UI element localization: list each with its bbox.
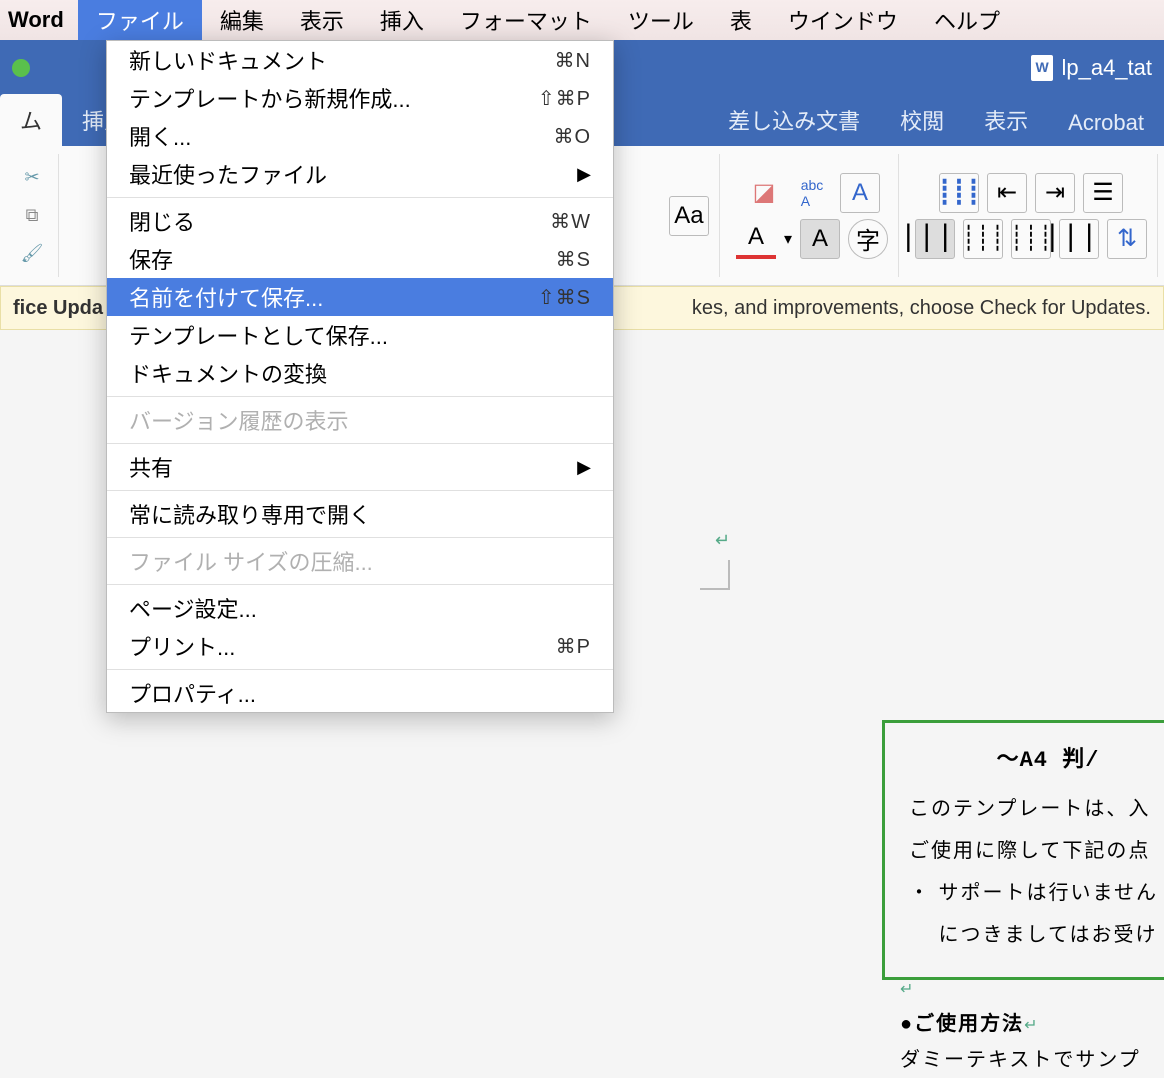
text-direction-icon[interactable]: ⇅: [1107, 219, 1147, 259]
menu-share[interactable]: 共有▶: [107, 448, 613, 486]
menu-close[interactable]: 閉じる⌘W: [107, 202, 613, 240]
menu-view[interactable]: 表示: [282, 0, 362, 42]
paragraph-mark-icon: ↵: [715, 530, 730, 551]
traffic-light-green[interactable]: [12, 59, 30, 77]
app-name: Word: [8, 7, 64, 33]
menu-separator: [107, 537, 613, 538]
doc-icon: [1031, 55, 1053, 81]
char-border-icon[interactable]: A: [840, 173, 880, 213]
margin-corner: [700, 560, 730, 590]
chevron-right-icon: ▶: [577, 164, 591, 185]
align-center-icon[interactable]: ┊┊┊: [963, 219, 1003, 259]
ribbon-tab-acrobat[interactable]: Acrobat: [1048, 100, 1164, 146]
chevron-right-icon: ▶: [577, 457, 591, 478]
align-justify-icon[interactable]: ▏▏▏: [1059, 219, 1099, 259]
menu-open[interactable]: 開く...⌘O: [107, 117, 613, 155]
align-right-icon[interactable]: ┊┊┊: [1011, 219, 1051, 259]
menu-table[interactable]: 表: [712, 0, 770, 42]
menu-format[interactable]: フォーマット: [442, 0, 610, 42]
align-dist-icon[interactable]: ┋┋┋: [939, 173, 979, 213]
paragraph-group: ┋┋┋ ⇤ ⇥ ☰ ▏▏▏ ┊┊┊ ┊┊┊ ▏▏▏ ⇅: [905, 154, 1158, 277]
doc-title: lp_a4_tat: [1061, 55, 1152, 81]
section-line-1: ダミーテキストでサンプ: [900, 1042, 1164, 1078]
template-frame: 〜A4 判/ このテンプレートは、入 ご使用に際して下記の点 ・ サポートは行い…: [882, 720, 1164, 980]
menu-save-template[interactable]: テンプレートとして保存...: [107, 316, 613, 354]
menu-convert[interactable]: ドキュメントの変換: [107, 354, 613, 392]
line-spacing-icon[interactable]: ☰: [1083, 173, 1123, 213]
update-left: fice Upda: [13, 297, 103, 320]
ribbon-tab-review[interactable]: 校閲: [880, 94, 964, 146]
frame-bullet-1: ・ サポートは行いません: [909, 875, 1164, 911]
menu-version-history: バージョン履歴の表示: [107, 401, 613, 439]
menu-separator: [107, 396, 613, 397]
ribbon-tab-home[interactable]: ム: [0, 94, 62, 146]
menu-window[interactable]: ウインドウ: [770, 0, 916, 42]
ribbon-tab-view[interactable]: 表示: [964, 94, 1048, 146]
menu-new-from-template[interactable]: テンプレートから新規作成...⇧⌘P: [107, 79, 613, 117]
frame-line-2: ご使用に際して下記の点: [909, 833, 1164, 869]
menu-separator: [107, 669, 613, 670]
cut-icon[interactable]: ✂: [16, 162, 48, 194]
highlight-icon[interactable]: A: [800, 219, 840, 259]
frame-bullet-2: につきましてはお受け: [909, 917, 1164, 953]
file-menu-dropdown: 新しいドキュメント⌘N テンプレートから新規作成...⇧⌘P 開く...⌘O 最…: [106, 40, 614, 713]
paragraph-mark-icon: ↵: [900, 981, 915, 998]
menu-print[interactable]: プリント...⌘P: [107, 627, 613, 665]
font-group-1: Aa: [659, 154, 720, 277]
clear-format-icon[interactable]: ◪: [744, 173, 784, 213]
ribbon-tab-mailings[interactable]: 差し込み文書: [708, 94, 880, 146]
menu-compress: ファイル サイズの圧縮...: [107, 542, 613, 580]
menu-recent[interactable]: 最近使ったファイル▶: [107, 155, 613, 193]
doc-body: ↵ ●ご使用方法↵ ダミーテキストでサンプ: [900, 970, 1164, 1078]
menu-separator: [107, 490, 613, 491]
menu-insert[interactable]: 挿入: [362, 0, 442, 42]
section-header: ●ご使用方法: [900, 1013, 1024, 1035]
copy-icon[interactable]: ⧉: [16, 200, 48, 232]
menu-new-doc[interactable]: 新しいドキュメント⌘N: [107, 41, 613, 79]
align-left-icon[interactable]: ▏▏▏: [915, 219, 955, 259]
menu-help[interactable]: ヘルプ: [916, 0, 1018, 42]
phonetic-icon[interactable]: abcA: [792, 173, 832, 213]
enclose-char-icon[interactable]: 字: [848, 219, 888, 259]
font-color-icon[interactable]: A: [736, 219, 776, 259]
menu-save[interactable]: 保存⌘S: [107, 240, 613, 278]
menu-file[interactable]: ファイル: [78, 0, 202, 42]
menu-separator: [107, 443, 613, 444]
menu-separator: [107, 197, 613, 198]
menu-properties[interactable]: プロパティ...: [107, 674, 613, 712]
indent-inc-icon[interactable]: ⇥: [1035, 173, 1075, 213]
update-right: kes, and improvements, choose Check for …: [692, 297, 1151, 320]
mac-menubar: Word ファイル 編集 表示 挿入 フォーマット ツール 表 ウインドウ ヘル…: [0, 0, 1164, 40]
clipboard-group: ✂ ⧉ 🖌: [6, 154, 59, 277]
menu-page-setup[interactable]: ページ設定...: [107, 589, 613, 627]
menu-separator: [107, 584, 613, 585]
menu-edit[interactable]: 編集: [202, 0, 282, 42]
format-painter-icon[interactable]: 🖌: [16, 238, 48, 270]
frame-line-1: このテンプレートは、入: [909, 791, 1164, 827]
indent-dec-icon[interactable]: ⇤: [987, 173, 1027, 213]
menu-open-readonly[interactable]: 常に読み取り専用で開く: [107, 495, 613, 533]
menu-save-as[interactable]: 名前を付けて保存...⇧⌘S: [107, 278, 613, 316]
menu-tools[interactable]: ツール: [610, 0, 712, 42]
frame-title: 〜A4 判/: [909, 741, 1164, 781]
font-group-2: ◪ abcA A A ▾ A 字: [726, 154, 899, 277]
change-case-icon[interactable]: Aa: [669, 196, 709, 236]
